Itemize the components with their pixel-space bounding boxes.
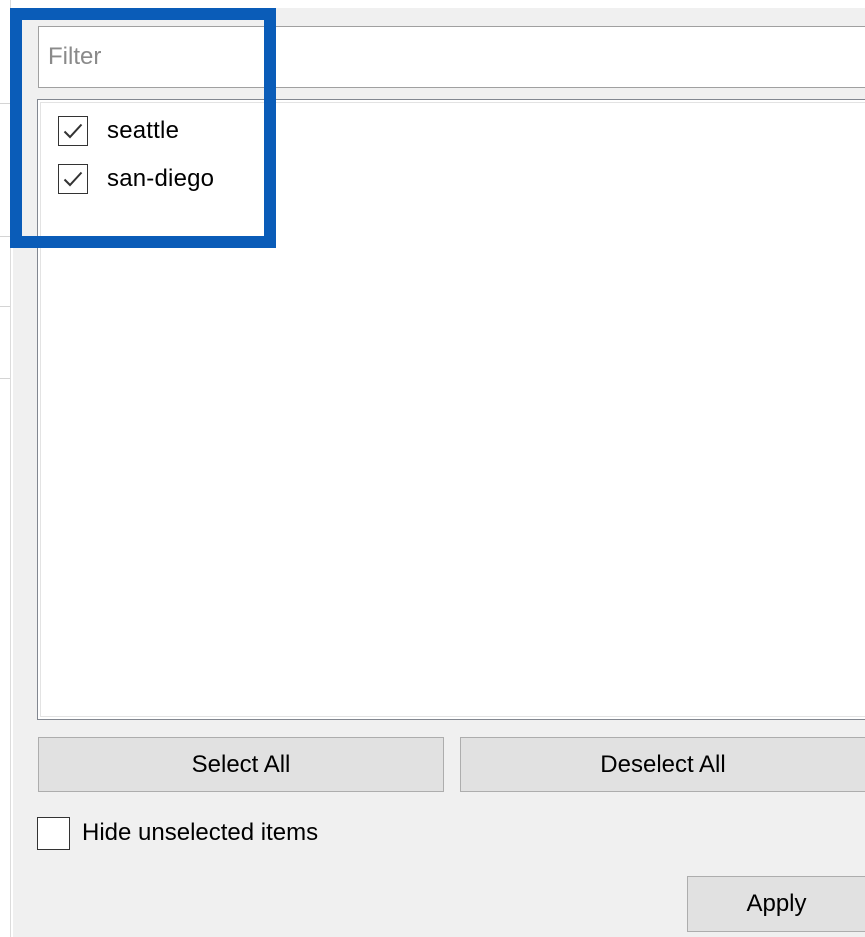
checkmark-icon <box>63 123 83 139</box>
select-all-button[interactable]: Select All <box>38 737 444 792</box>
hide-unselected-label: Hide unselected items <box>82 819 319 846</box>
divider <box>10 0 11 937</box>
checkbox-san-diego[interactable] <box>58 164 88 194</box>
checkbox-seattle[interactable] <box>58 116 88 146</box>
filter-input[interactable] <box>38 26 865 88</box>
adjacent-panel-edge <box>0 0 13 937</box>
hide-unselected-option[interactable]: Hide unselected items <box>37 815 318 851</box>
list-item-label: san-diego <box>107 165 215 192</box>
filter-dialog: seattle san-diego Select All Deselect Al… <box>0 0 865 937</box>
checkmark-icon <box>63 171 83 187</box>
value-list-inner: seattle san-diego <box>40 102 865 717</box>
hide-unselected-checkbox[interactable] <box>37 816 70 850</box>
list-item-san-diego[interactable]: san-diego <box>58 159 214 199</box>
list-item-seattle[interactable]: seattle <box>58 111 179 151</box>
list-item-label: seattle <box>107 117 180 144</box>
apply-button[interactable]: Apply <box>687 876 865 932</box>
deselect-all-button[interactable]: Deselect All <box>460 737 865 792</box>
value-list[interactable]: seattle san-diego <box>37 99 865 720</box>
